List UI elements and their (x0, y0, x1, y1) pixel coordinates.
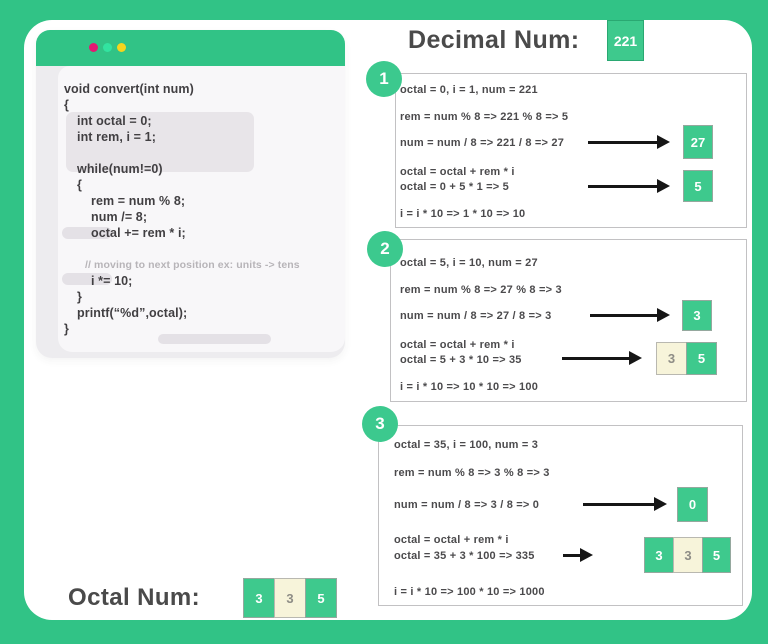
num-result-box: 3 (682, 300, 712, 331)
window-dot-mint-icon (103, 43, 112, 52)
arrow-right-icon (590, 314, 657, 317)
octal-result-box: 5 (686, 342, 717, 375)
code-line: octal += rem * i; (0, 225, 345, 241)
step-line: octal = 0 + 5 * 1 => 5 (400, 180, 509, 194)
code-block: void convert(int num) { int octal = 0; i… (0, 81, 345, 337)
arrow-right-icon (562, 357, 629, 360)
window-titlebar (36, 30, 345, 66)
octal-result-group: 3 5 (656, 342, 717, 375)
window-dot-yellow-icon (117, 43, 126, 52)
num-result-box: 0 (677, 487, 708, 522)
code-line: { (0, 177, 345, 193)
step-line: num = num / 8 => 3 / 8 => 0 (394, 498, 539, 512)
step-line: octal = octal + rem * i (400, 165, 515, 179)
code-line: void convert(int num) (0, 81, 345, 97)
step-line: octal = 35 + 3 * 100 => 335 (394, 549, 535, 563)
code-line: } (0, 321, 345, 337)
step-line: octal = 0, i = 1, num = 221 (400, 83, 538, 97)
step-line: num = num / 8 => 221 / 8 => 27 (400, 136, 564, 150)
step-line: rem = num % 8 => 221 % 8 => 5 (400, 110, 568, 124)
octal-result-box: 5 (683, 170, 713, 202)
code-line: rem = num % 8; (0, 193, 345, 209)
code-line: printf(“%d”,octal); (0, 305, 345, 321)
code-line: int rem, i = 1; (0, 129, 345, 145)
code-line: { (0, 97, 345, 113)
code-line: while(num!=0) (0, 161, 345, 177)
arrow-right-icon (588, 141, 657, 144)
decimal-num-label: Decimal Num: (408, 26, 580, 55)
step-line: i = i * 10 => 1 * 10 => 10 (400, 207, 525, 221)
arrow-right-icon (588, 185, 657, 188)
code-comment-line: // moving to next position ex: units -> … (0, 257, 345, 273)
octal-result-group: 3 3 5 (644, 537, 731, 573)
code-line: i *= 10; (0, 273, 345, 289)
octal-digit-box: 3 (243, 578, 275, 618)
octal-num-label: Octal Num: (68, 584, 200, 612)
decimal-value-box: 221 (607, 20, 644, 61)
octal-final-group: 3 3 5 (243, 578, 337, 618)
octal-result-box: 3 (673, 537, 703, 573)
octal-digit-box: 5 (305, 578, 337, 618)
step-line: rem = num % 8 => 3 % 8 => 3 (394, 466, 550, 480)
step-line: num = num / 8 => 27 / 8 => 3 (400, 309, 551, 323)
step-line: octal = 5 + 3 * 10 => 35 (400, 353, 522, 367)
octal-result-box: 3 (656, 342, 687, 375)
step-1-badge: 1 (366, 61, 402, 97)
step-line: octal = octal + rem * i (394, 533, 509, 547)
arrow-right-icon (583, 503, 654, 506)
step-line: octal = octal + rem * i (400, 338, 515, 352)
code-line: num /= 8; (0, 209, 345, 225)
code-line (0, 145, 345, 161)
step-3-badge: 3 (362, 406, 398, 442)
step-line: octal = 35, i = 100, num = 3 (394, 438, 538, 452)
step-line: i = i * 10 => 100 * 10 => 1000 (394, 585, 545, 599)
step-line: rem = num % 8 => 27 % 8 => 3 (400, 283, 562, 297)
code-line (0, 241, 345, 257)
code-line: } (0, 289, 345, 305)
step-line: octal = 5, i = 10, num = 27 (400, 256, 538, 270)
octal-result-box: 5 (702, 537, 731, 573)
window-dot-pink-icon (89, 43, 98, 52)
step-2-badge: 2 (367, 231, 403, 267)
octal-digit-box: 3 (274, 578, 306, 618)
num-result-box: 27 (683, 125, 713, 159)
infographic-stage: void convert(int num) { int octal = 0; i… (0, 0, 768, 644)
step-line: i = i * 10 => 10 * 10 => 100 (400, 380, 538, 394)
arrow-right-icon (563, 554, 580, 557)
octal-result-box: 3 (644, 537, 674, 573)
code-line: int octal = 0; (0, 113, 345, 129)
